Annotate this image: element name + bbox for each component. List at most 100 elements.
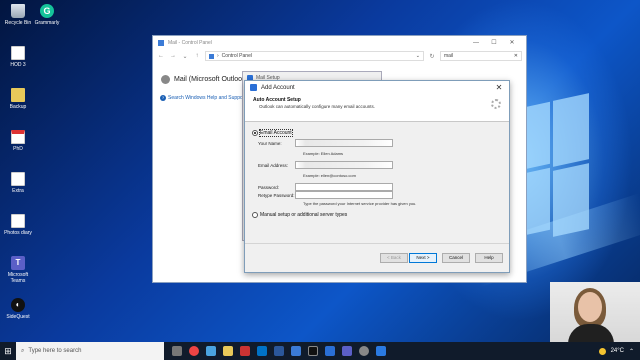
desktop-icon-label: Photos diary [4, 230, 32, 236]
folder-icon [11, 88, 25, 102]
presenter-body [568, 324, 614, 344]
dialog-button-bar: < Back Next > Cancel Help [245, 243, 509, 272]
close-button[interactable]: ✕ [503, 39, 521, 46]
presenter-face [578, 292, 602, 322]
radio-unselected-icon [252, 212, 258, 218]
desktop-icon-label: Backup [9, 104, 27, 110]
desktop-icon-label: SideQuest [6, 314, 30, 320]
start-button[interactable]: ⊞ [0, 342, 16, 360]
clear-search-icon[interactable]: ✕ [514, 53, 518, 59]
your-name-field[interactable] [295, 139, 393, 147]
cancel-button[interactable]: Cancel [442, 253, 470, 263]
email-address-label: Email Address: [258, 163, 289, 168]
control-panel-icon [209, 53, 214, 59]
address-toolbar: ← → ⌄ ↑ › Control Panel ⌄ ↻ mail ✕ [153, 49, 526, 63]
control-panel-title: Mail - Control Panel [168, 39, 212, 46]
outlook-icon [250, 84, 257, 91]
chrome-icon[interactable] [189, 346, 199, 356]
email-address-hint: Example: ellen@contoso.com [303, 173, 356, 178]
breadcrumb-control-panel[interactable]: Control Panel [222, 53, 252, 59]
file-explorer-icon[interactable] [223, 346, 233, 356]
control-panel-taskbar-icon[interactable] [291, 346, 301, 356]
loading-spinner-icon [491, 99, 501, 109]
taskbar-apps [164, 346, 599, 356]
help-link-text: Search Windows Help and Support [168, 95, 246, 101]
forward-arrow-icon[interactable]: → [169, 53, 177, 59]
weather-temperature[interactable]: 24°C [611, 348, 624, 354]
search-input[interactable]: mail ✕ [440, 51, 522, 61]
desktop-icon-label: Microsoft Teams [7, 272, 29, 284]
system-tray: 24°C ⌃ [598, 347, 640, 355]
desktop-icon-sidequest[interactable]: ◐ SideQuest [0, 298, 36, 320]
help-button[interactable]: Help [475, 253, 503, 263]
webcam-overlay [550, 282, 640, 344]
word-icon[interactable] [274, 346, 284, 356]
refresh-icon[interactable]: ↻ [428, 53, 436, 60]
back-arrow-icon[interactable]: ← [157, 53, 165, 59]
password-field[interactable] [295, 183, 393, 191]
desktop-icon-teams[interactable]: T Microsoft Teams [0, 256, 36, 284]
taskbar-search-box[interactable]: ⌕ Type here to search [16, 342, 164, 360]
address-bar[interactable]: › Control Panel ⌄ [205, 51, 424, 61]
outlook-taskbar-icon[interactable] [257, 346, 267, 356]
add-account-titlebar[interactable]: Add Account ✕ [245, 81, 509, 94]
weather-sun-icon[interactable] [598, 347, 606, 355]
sidequest-icon: ◐ [11, 298, 25, 312]
add-account-title: Add Account [261, 84, 295, 91]
desktop-icon-label: Grammarly [34, 20, 60, 26]
radio-selected-icon [252, 130, 258, 136]
manual-setup-label: Manual setup or additional server types [260, 212, 348, 218]
minimize-button[interactable]: — [467, 40, 485, 46]
taskbar-search-placeholder: Type here to search [28, 348, 82, 354]
mail-icon [161, 75, 170, 84]
desktop-icon-label: HOD 3 [10, 62, 26, 68]
mail-heading-text: Mail (Microsoft Outlook) [174, 76, 248, 83]
breadcrumb-separator-icon: › [217, 53, 219, 59]
desktop-icon-extra[interactable]: Extra [0, 172, 36, 194]
address-dropdown-icon[interactable]: ⌄ [416, 53, 420, 59]
control-panel-titlebar[interactable]: Mail - Control Panel — ☐ ✕ [153, 36, 526, 49]
add-account-form: Email Account Your Name: Example: Ellen … [245, 122, 509, 244]
app-taskbar-icon[interactable] [376, 346, 386, 356]
desktop-icon-label: Extra [12, 188, 24, 194]
next-button[interactable]: Next > [409, 253, 437, 263]
desktop-icon-photos-diary[interactable]: Photos diary [0, 214, 36, 236]
email-address-field[interactable] [295, 161, 393, 169]
password-hint: Type the password your Internet service … [303, 201, 417, 206]
control-panel-app-icon [158, 39, 164, 46]
retype-password-label: Retype Password: [258, 193, 295, 198]
windows-logo [520, 93, 590, 245]
mail-taskbar-icon[interactable] [325, 346, 335, 356]
recent-dropdown-icon[interactable]: ⌄ [181, 53, 189, 60]
maximize-button[interactable]: ☐ [485, 39, 503, 46]
retype-password-field[interactable] [295, 191, 393, 199]
help-link[interactable]: ? Search Windows Help and Support [160, 95, 246, 101]
back-button[interactable]: < Back [380, 253, 408, 263]
teams-icon: T [11, 256, 25, 270]
manual-setup-radio[interactable]: Manual setup or additional server types [252, 212, 347, 218]
task-view-icon[interactable] [172, 346, 182, 356]
search-icon: ⌕ [21, 347, 25, 354]
sidequest-taskbar-icon[interactable] [308, 346, 318, 356]
up-arrow-icon[interactable]: ↑ [193, 53, 201, 59]
desktop-icon-grammarly[interactable]: G Grammarly [29, 4, 65, 26]
document-icon [11, 214, 25, 228]
powerpoint-icon[interactable] [240, 346, 250, 356]
auto-setup-header: Auto Account Setup Outlook can automatic… [245, 94, 509, 122]
auto-setup-subtitle: Outlook can automatically configure many… [259, 104, 376, 109]
desktop-icon-backup[interactable]: Backup [0, 88, 36, 110]
settings-icon[interactable] [206, 346, 216, 356]
email-account-radio[interactable]: Email Account [252, 129, 293, 137]
desktop-icon-label: PhD [13, 146, 23, 152]
chevron-up-icon[interactable]: ⌃ [629, 348, 634, 355]
desktop-icon-phd[interactable]: PhD [0, 130, 36, 152]
search-value: mail [444, 53, 454, 59]
clock-app-icon[interactable] [359, 346, 369, 356]
grammarly-icon: G [40, 4, 54, 18]
teams-taskbar-icon[interactable] [342, 346, 352, 356]
close-icon[interactable]: ✕ [494, 83, 504, 92]
auto-setup-title: Auto Account Setup [253, 97, 301, 103]
email-account-label: Email Account [259, 129, 293, 137]
desktop-icon-hod3[interactable]: HOD 3 [0, 46, 36, 68]
pdf-icon [11, 130, 25, 144]
